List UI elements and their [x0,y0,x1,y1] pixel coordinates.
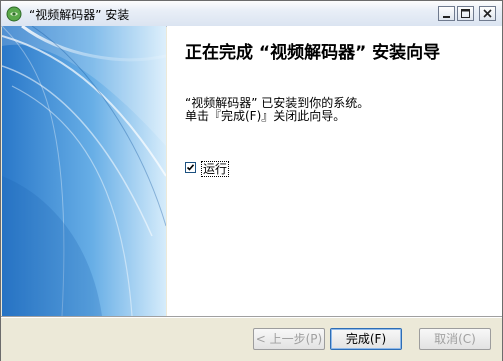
maximize-button[interactable] [457,6,474,21]
content-panel: 正在完成 “视频解码器” 安装向导 “视频解码器” 已安装到你的系统。 单击『完… [167,26,502,316]
installer-icon [6,6,22,22]
window-title: “视频解码器” 安装 [29,8,130,22]
title-bar[interactable]: “视频解码器” 安装 [1,1,502,27]
separator [1,317,502,318]
checkmark-icon [186,164,195,171]
run-checkbox-label[interactable]: 运行 [201,161,230,177]
close-button[interactable] [479,6,496,21]
installer-window: “视频解码器” 安装 正在完成 “视频解码器” 安装向导 “视频解码器” 已安装… [0,0,503,361]
run-checkbox[interactable] [185,162,196,173]
button-bar: < 上一步(P) 完成(F) 取消(C) [1,316,502,361]
finish-button[interactable]: 完成(F) [330,328,402,350]
minimize-button[interactable] [438,6,455,21]
maximize-icon [461,9,470,18]
back-button[interactable]: < 上一步(P) [253,328,325,350]
close-icon [483,9,492,18]
instruction-message: 单击『完成(F)』关闭此向导。 [185,109,346,123]
page-title: 正在完成 “视频解码器” 安装向导 [185,43,441,63]
minimize-icon [443,16,450,18]
side-banner-image [2,26,166,316]
cancel-button[interactable]: 取消(C) [419,328,491,350]
